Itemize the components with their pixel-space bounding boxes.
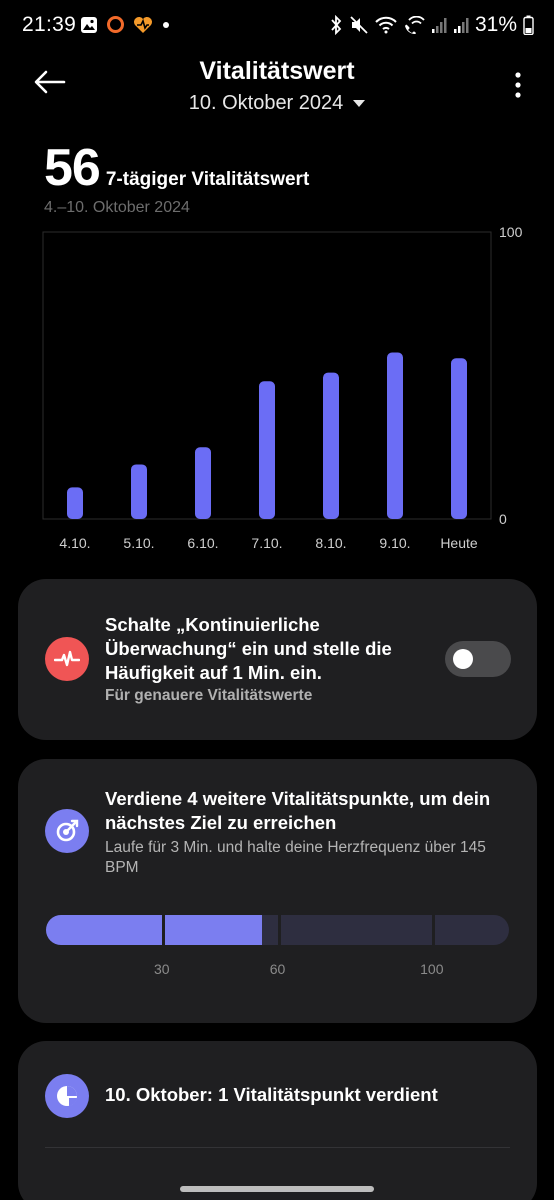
vitality-bar-chart: 100 0 4.10. 5.10. 6.10. 7.10. 8.10. 9.10. Heute <box>42 224 523 551</box>
chart-bar <box>451 358 467 519</box>
continuous-monitoring-card: Schalte „Kontinuierliche Überwachung“ ei… <box>18 579 537 740</box>
target-arrow-icon <box>45 809 89 853</box>
battery-icon <box>523 15 534 35</box>
image-icon <box>81 16 97 33</box>
mute-icon <box>350 16 368 34</box>
progress-tick-label: 30 <box>153 961 170 977</box>
chart-bar <box>195 447 211 519</box>
chart-bar <box>67 487 83 519</box>
dot-icon <box>163 21 169 28</box>
wifi-icon <box>375 16 397 34</box>
dropdown-arrow-icon <box>353 99 366 107</box>
ring-icon <box>107 16 124 33</box>
chart-bar <box>259 381 275 519</box>
monitoring-title: Schalte „Kontinuierliche Überwachung“ ei… <box>105 614 392 683</box>
x-tick-label: 4.10. <box>59 535 90 551</box>
heart-app-icon <box>134 16 152 33</box>
progress-fill <box>46 915 162 945</box>
monitoring-toggle[interactable] <box>445 641 511 677</box>
battery-percent: 31% <box>474 13 517 36</box>
more-options-icon[interactable] <box>514 72 522 98</box>
chart-bar <box>131 464 147 519</box>
date-range: 4.–10. Oktober 2024 <box>44 199 190 216</box>
progress-fill <box>164 915 263 945</box>
signal-icon <box>431 18 447 33</box>
daily-points-title: 10. Oktober: 1 Vitalitätspunkt verdient <box>105 1084 438 1105</box>
goal-subtitle: Laufe für 3 Min. und halte deine Herzfre… <box>105 839 486 876</box>
y-tick-label: 0 <box>499 511 507 527</box>
toggle-knob <box>453 649 473 669</box>
system-icons: 31% <box>329 13 534 37</box>
score-label: 7-tägiger Vitalitätswert <box>105 169 310 190</box>
progress-ticks: 30 60 100 <box>18 961 537 981</box>
score-summary: 56 7-tägiger Vitalitätswert <box>44 138 309 198</box>
x-tick-label: Heute <box>440 535 478 551</box>
progress-tick-label: 60 <box>269 961 286 977</box>
bluetooth-icon <box>331 15 342 35</box>
x-tick-label: 5.10. <box>123 535 154 551</box>
chart-bar <box>323 372 339 519</box>
monitoring-subtitle: Für genauere Vitalitätswerte <box>105 687 313 704</box>
wifi-calling-icon <box>404 16 425 34</box>
goal-progress-bar <box>46 915 509 945</box>
progress-segment <box>161 915 278 945</box>
status-time: 21:39 <box>22 13 77 36</box>
x-tick-label: 6.10. <box>187 535 218 551</box>
heart-rate-icon <box>45 637 89 681</box>
signal-icon <box>453 18 469 33</box>
x-tick-label: 7.10. <box>251 535 282 551</box>
next-goal-card: Verdiene 4 weitere Vitalitätspunkte, um … <box>18 759 537 1023</box>
pie-chart-icon <box>45 1074 89 1118</box>
vitality-score: 56 <box>44 139 101 197</box>
selected-date: 10. Oktober 2024 <box>188 92 344 114</box>
progress-segment <box>46 915 162 945</box>
x-tick-label: 8.10. <box>315 535 346 551</box>
progress-segment <box>277 915 432 945</box>
home-indicator[interactable] <box>180 1186 374 1192</box>
page-title: Vitalitätswert <box>199 57 355 85</box>
goal-title: Verdiene 4 weitere Vitalitätspunkte, um … <box>105 788 491 833</box>
divider <box>45 1147 510 1148</box>
date-dropdown[interactable]: 10. Oktober 2024 <box>0 92 554 115</box>
progress-segment <box>431 915 509 945</box>
y-tick-label: 100 <box>499 224 523 240</box>
chart-bar <box>387 352 403 519</box>
progress-tick-label: 100 <box>420 961 444 977</box>
x-tick-label: 9.10. <box>379 535 410 551</box>
notification-icons <box>80 15 171 34</box>
status-bar: 21:39 31% <box>0 0 554 52</box>
daily-points-card[interactable]: 10. Oktober: 1 Vitalitätspunkt verdient <box>18 1041 537 1200</box>
